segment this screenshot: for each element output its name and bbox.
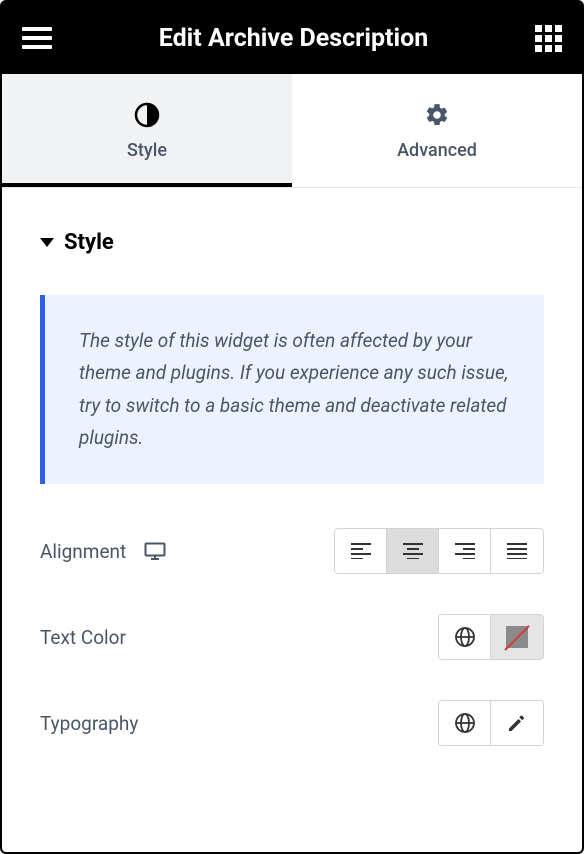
globe-icon — [454, 626, 476, 648]
pencil-icon — [507, 713, 527, 733]
align-justify-button[interactable] — [491, 529, 543, 573]
tab-style-label: Style — [2, 140, 292, 161]
typography-edit-button[interactable] — [491, 701, 543, 745]
no-color-swatch-icon — [506, 626, 528, 648]
row-typography: Typography — [40, 700, 544, 746]
tabs: Style Advanced — [2, 74, 582, 188]
tab-style[interactable]: Style — [2, 74, 292, 187]
half-circle-icon — [2, 102, 292, 128]
align-center-button[interactable] — [387, 529, 439, 573]
content: Style The style of this widget is often … — [2, 188, 582, 746]
menu-icon[interactable] — [22, 27, 52, 49]
row-text-color: Text Color — [40, 614, 544, 660]
section-toggle-style[interactable]: Style — [40, 230, 544, 255]
text-color-global-button[interactable] — [439, 615, 491, 659]
tab-advanced-label: Advanced — [292, 140, 582, 161]
alignment-label: Alignment — [40, 540, 166, 563]
text-color-picker-button[interactable] — [491, 615, 543, 659]
info-notice: The style of this widget is often affect… — [40, 295, 544, 484]
globe-icon — [454, 712, 476, 734]
gear-icon — [292, 102, 582, 128]
typography-group — [438, 700, 544, 746]
apps-grid-icon[interactable] — [535, 25, 562, 52]
typography-global-button[interactable] — [439, 701, 491, 745]
typography-label: Typography — [40, 712, 138, 735]
tab-advanced[interactable]: Advanced — [292, 74, 582, 187]
align-right-button[interactable] — [439, 529, 491, 573]
align-left-button[interactable] — [335, 529, 387, 573]
text-color-group — [438, 614, 544, 660]
section-title: Style — [64, 230, 114, 255]
caret-down-icon — [40, 238, 54, 247]
row-alignment: Alignment — [40, 528, 544, 574]
text-color-label: Text Color — [40, 626, 126, 649]
page-title: Edit Archive Description — [52, 24, 535, 53]
header: Edit Archive Description — [2, 2, 582, 74]
alignment-group — [334, 528, 544, 574]
responsive-desktop-icon[interactable] — [144, 542, 166, 560]
